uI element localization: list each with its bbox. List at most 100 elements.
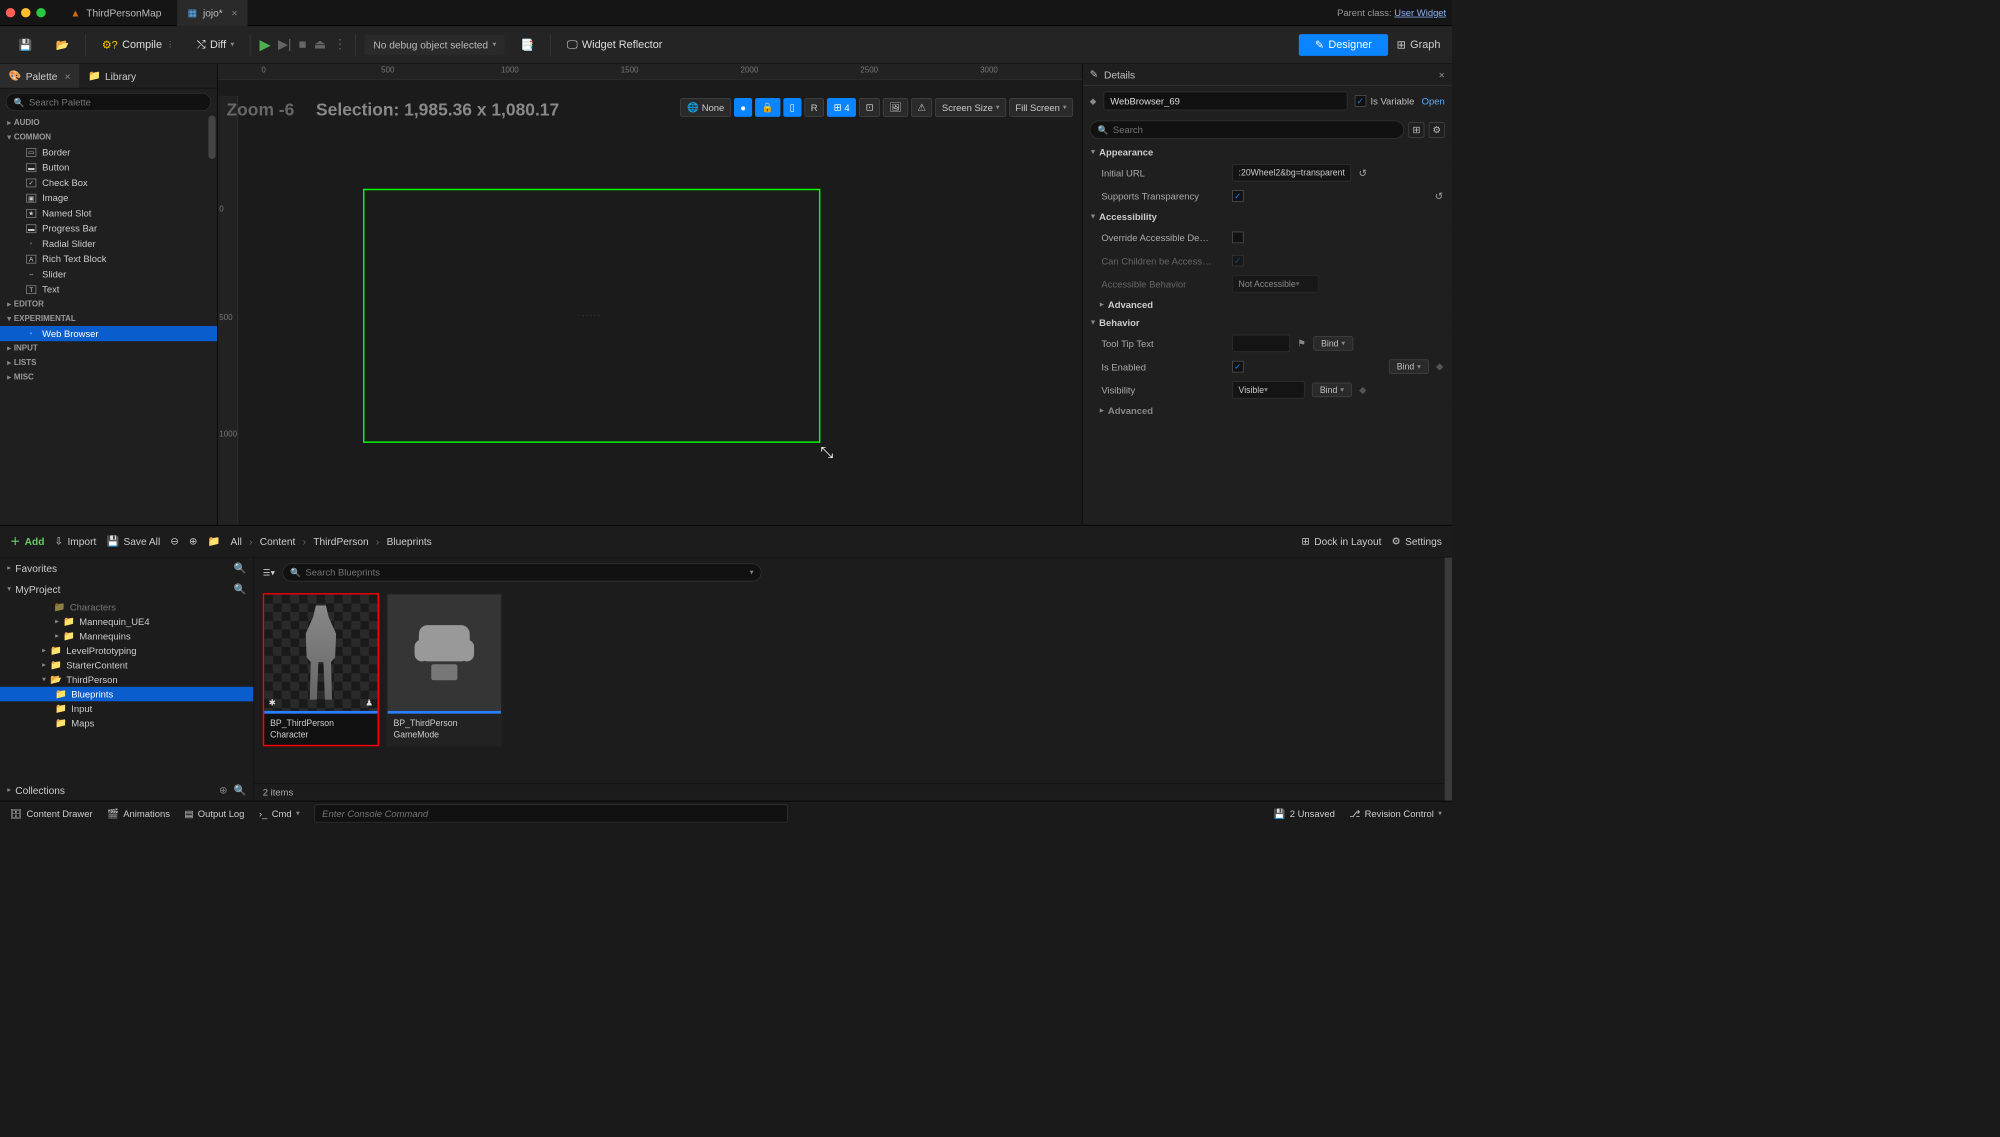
folder-characters[interactable]: 📁Characters [0,600,253,615]
nav-fwd-button[interactable]: ⊕ [189,535,198,547]
close-icon[interactable]: × [1439,69,1445,81]
widget-checkbox[interactable]: ✓Check Box [0,175,217,190]
folder-input[interactable]: 📁Input [0,701,253,716]
filter-icon[interactable]: ☰▾ [263,567,275,577]
folder-starter[interactable]: ▸📁StarterContent [0,658,253,673]
asset-bp-character[interactable]: ✱ ♟ BP_ThirdPerson Character [263,593,379,746]
tab-palette[interactable]: 🎨 Palette × [0,64,79,88]
grid-view-icon[interactable]: ⊞ [1408,122,1424,138]
close-icon[interactable]: × [231,7,237,19]
lock-button[interactable]: 🔒 [755,98,780,117]
graph-mode-button[interactable]: ⊞ Graph [1397,38,1441,51]
cat-editor[interactable]: ▸EDITOR [0,297,217,312]
console-input[interactable] [314,804,787,822]
min-light[interactable] [21,8,30,17]
widget-progressbar[interactable]: ▬Progress Bar [0,221,217,236]
asset-search-input[interactable] [305,567,745,578]
section-appearance[interactable]: ▾Appearance [1082,143,1452,161]
animations-button[interactable]: 🎬Animations [107,808,170,820]
settings-button[interactable]: ⚙Settings [1392,535,1442,547]
cat-misc[interactable]: ▸MISC [0,370,217,385]
save-all-button[interactable]: 💾Save All [106,535,160,547]
transparency-checkbox[interactable]: ✓ [1232,190,1244,202]
widget-button[interactable]: ▬Button [0,160,217,175]
search-icon[interactable]: 🔍 [233,784,246,796]
cmd-select[interactable]: ›_Cmd▾ [259,808,300,819]
asset-bp-gamemode[interactable]: BP_ThirdPerson GameMode [386,593,502,746]
warn-button[interactable]: ⚠ [911,98,933,117]
is-variable-toggle[interactable]: ✓ Is Variable [1355,95,1415,107]
canvas-viewport[interactable]: 0 500 1000 Zoom -6 Selection: 1,985.36 x… [218,80,1082,525]
scrollbar[interactable] [1445,558,1452,801]
search-icon[interactable]: 🔍 [233,562,246,574]
resize-handle-icon[interactable]: ⤡ [820,443,833,462]
plus-icon[interactable]: ⊕ [219,784,228,796]
section-advanced1[interactable]: ▸Advanced [1082,295,1452,313]
parent-class-link[interactable]: User Widget [1394,7,1446,18]
cat-audio[interactable]: ▸AUDIO [0,115,217,130]
outline-button[interactable]: ▯ [783,98,801,117]
save-button[interactable]: 💾 [12,34,40,56]
collections-section[interactable]: ▸Collections⊕🔍 [0,780,253,801]
widget-reflector-button[interactable]: 🖵 Widget Reflector [560,34,670,55]
designer-mode-button[interactable]: ✎ Designer [1299,34,1388,56]
widget-text[interactable]: TText [0,282,217,297]
asset-search[interactable]: 🔍 ▾ [282,563,761,581]
scrollbar[interactable] [208,115,215,159]
visibility-select[interactable]: Visible ▾ [1232,381,1305,398]
palette-search[interactable]: 🔍 [6,93,211,111]
widget-slider[interactable]: ⇔Slider [0,266,217,281]
cat-experimental[interactable]: ▾EXPERIMENTAL [0,311,217,326]
eject-icon[interactable]: ⏏ [314,37,326,52]
chevron-down-icon[interactable]: ▾ [750,568,754,576]
initial-url-input[interactable]: :20Wheel2&bg=transparent [1232,164,1351,181]
bind-enabled[interactable]: Bind▾ [1389,359,1429,374]
cat-lists[interactable]: ▸LISTS [0,356,217,371]
import-button[interactable]: ⇩Import [55,535,97,547]
diamond-icon[interactable]: ◆ [1359,384,1366,396]
folder-mannequins[interactable]: ▸📁Mannequins [0,629,253,644]
content-drawer-button[interactable]: 🗄Content Drawer [10,808,92,820]
bc-all[interactable]: All [231,535,242,547]
folder-thirdperson[interactable]: ▾📂ThirdPerson [0,672,253,687]
widget-richtext[interactable]: ARich Text Block [0,251,217,266]
folder-maps[interactable]: 📁Maps [0,716,253,731]
diamond-icon[interactable]: ◆ [1436,361,1443,373]
folder-mue4[interactable]: ▸📁Mannequin_UE4 [0,614,253,629]
bc-thirdperson[interactable]: ThirdPerson [313,535,368,547]
bc-content[interactable]: Content [260,535,296,547]
reset-icon[interactable]: ↺ [1359,167,1368,179]
browse-button[interactable]: 📂 [48,34,76,56]
bind-tooltip[interactable]: Bind▾ [1313,336,1353,351]
selected-widget-outline[interactable]: ····· [363,189,820,443]
grid-button[interactable]: ⊞4 [827,98,856,117]
bind-visibility[interactable]: Bind▾ [1312,383,1352,398]
tab-library[interactable]: 📁 Library [79,64,145,88]
myproject-section[interactable]: ▾MyProject🔍 [0,579,253,600]
nav-folder-button[interactable]: 📁 [208,535,221,547]
widget-name-input[interactable] [1104,91,1348,110]
section-advanced2[interactable]: ▸Advanced [1082,401,1452,419]
unsaved-button[interactable]: 💾2 Unsaved [1274,808,1335,820]
more-icon[interactable]: ⋮ [333,37,346,52]
diff-button[interactable]: ⤭ Diff ▾ [190,34,242,55]
enabled-checkbox[interactable]: ✓ [1232,361,1244,373]
widget-namedslot[interactable]: ★Named Slot [0,205,217,220]
snap-button[interactable]: ● [734,98,753,117]
debug-object-select[interactable]: No debug object selected ▾ [365,34,505,54]
close-light[interactable] [6,8,15,17]
folder-levelproto[interactable]: ▸📁LevelPrototyping [0,643,253,658]
screen-size-button[interactable]: Screen Size▾ [935,98,1006,117]
play-icon[interactable]: ▶ [260,36,271,54]
flag-icon[interactable]: ⚑ [1297,338,1305,350]
step-icon[interactable]: ▶| [278,37,291,52]
r-button[interactable]: R [804,98,824,117]
fill-screen-button[interactable]: Fill Screen▾ [1009,98,1073,117]
open-link[interactable]: Open [1422,95,1445,106]
bc-blueprints[interactable]: Blueprints [387,535,432,547]
tab-map[interactable]: ▲ ThirdPersonMap [60,0,171,26]
details-search[interactable]: 🔍 [1090,121,1404,139]
widget-webbrowser[interactable]: ◦Web Browser [0,326,217,341]
reset-icon[interactable]: ↺ [1435,190,1444,202]
cat-common[interactable]: ▾COMMON [0,130,217,145]
